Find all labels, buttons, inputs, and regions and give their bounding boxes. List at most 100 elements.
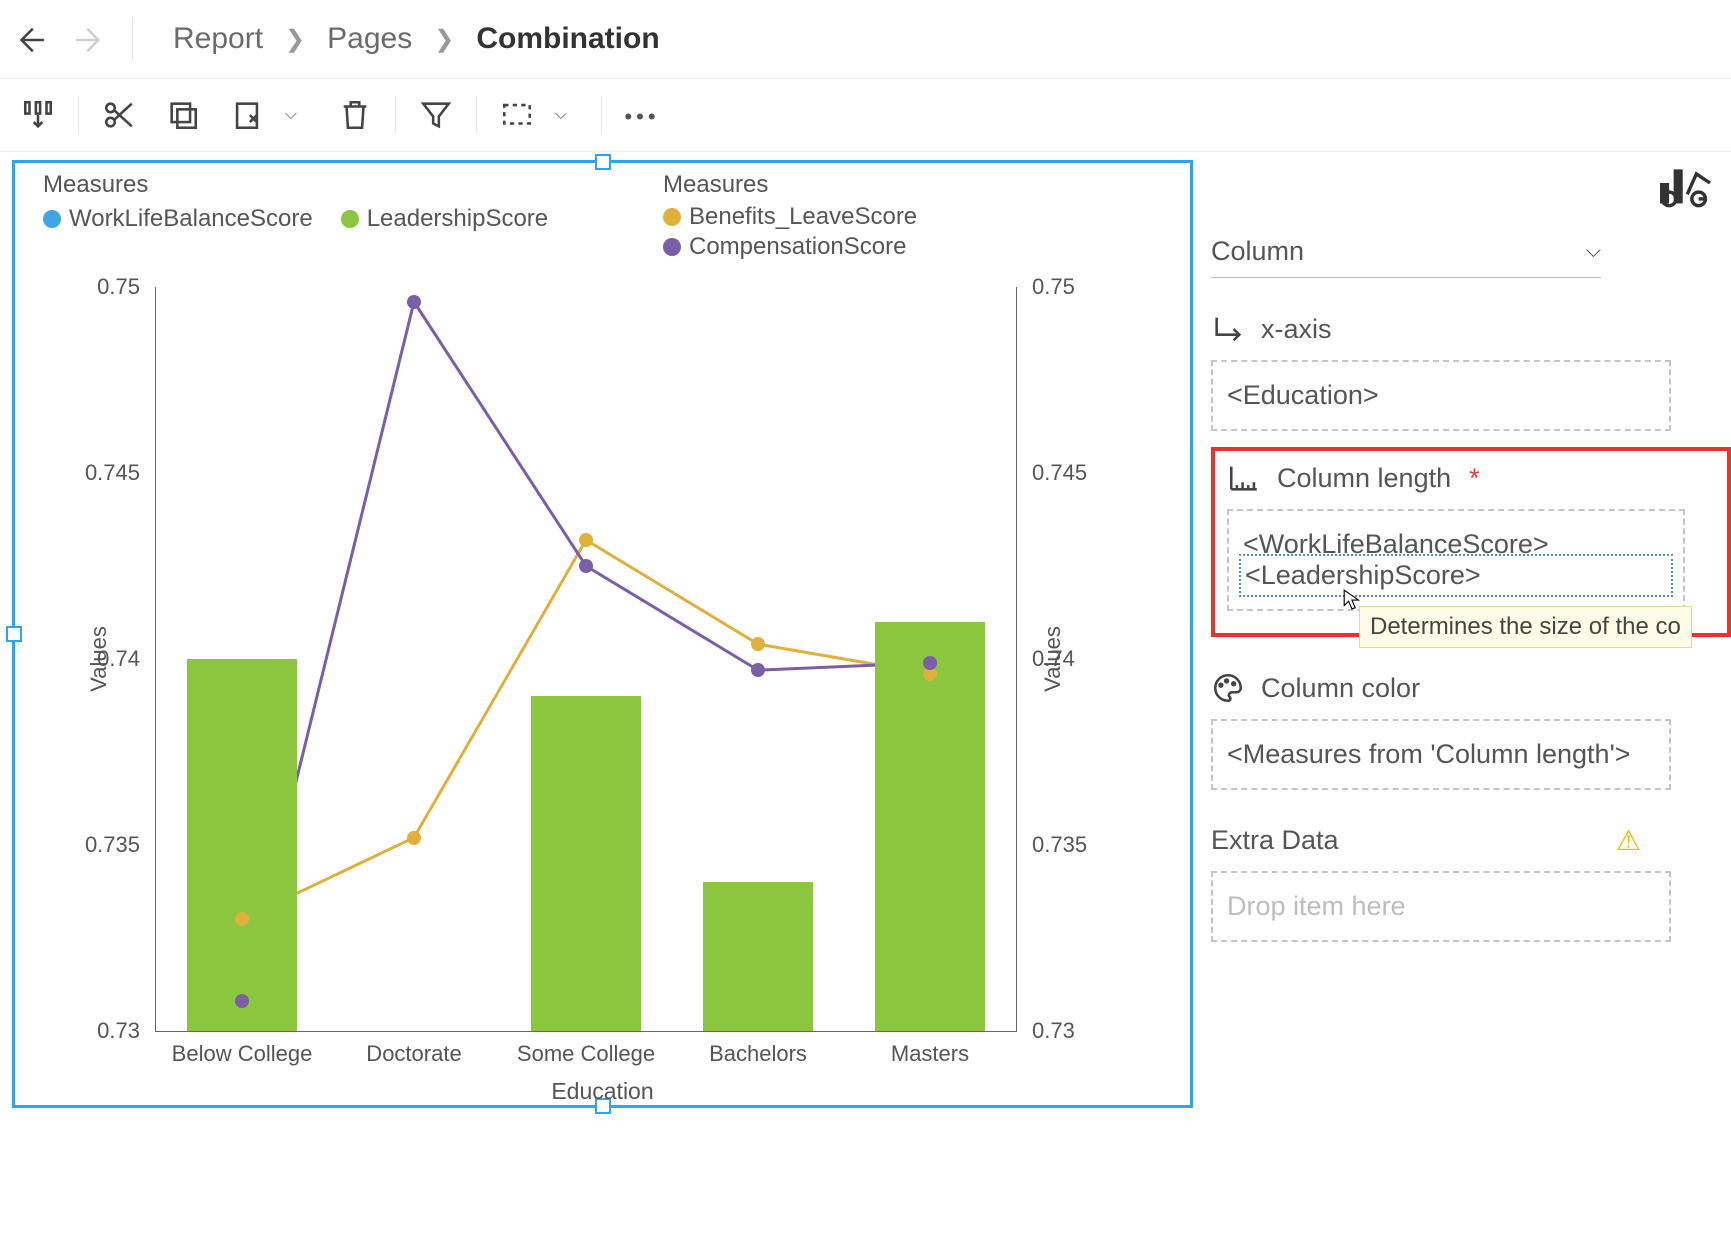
swatch-green-icon: [341, 210, 359, 228]
chart-type-icon[interactable]: [1657, 158, 1713, 208]
slot-column-length-dropzone[interactable]: <WorkLifeBalanceScore> <LeadershipScore>: [1227, 509, 1685, 611]
breadcrumb-item-report[interactable]: Report: [169, 22, 267, 56]
separator: [132, 17, 133, 61]
y-tick-right: 0.74: [1016, 646, 1075, 672]
chart-point[interactable]: [923, 656, 937, 670]
tool-cut-button[interactable]: [89, 98, 149, 133]
y-tick-left: 0.75: [97, 274, 156, 300]
ruler-icon: [1227, 461, 1261, 495]
slot-label-text: Extra Data: [1211, 825, 1339, 856]
x-tick: Below College: [172, 1031, 313, 1067]
separator: [78, 96, 79, 134]
chart-plot: Values Values 0.730.730.7350.7350.740.74…: [35, 287, 1170, 1105]
chart-bar[interactable]: [531, 696, 641, 1031]
slot-extra-data-dropzone[interactable]: Drop item here: [1211, 871, 1671, 942]
slot-label-column-color: Column color: [1211, 671, 1731, 705]
y-tick-left: 0.735: [85, 832, 156, 858]
y-tick-right: 0.73: [1016, 1018, 1075, 1044]
selection-icon: [500, 98, 534, 132]
paste-icon: [230, 98, 264, 132]
chevron-down-icon: ⌵: [1586, 240, 1601, 263]
xaxis-icon: [1211, 312, 1245, 346]
legend-item-worklife[interactable]: WorkLifeBalanceScore: [43, 205, 313, 233]
chart-point[interactable]: [235, 994, 249, 1008]
legend-label: CompensationScore: [689, 233, 906, 261]
resize-handle-top[interactable]: [595, 154, 611, 170]
resize-handle-left[interactable]: [6, 626, 22, 642]
trash-icon: [338, 98, 372, 132]
chart-point[interactable]: [751, 663, 765, 677]
breadcrumb: Report ❯ Pages ❯ Combination: [145, 22, 664, 56]
slot-label-column-length: Column length *: [1227, 461, 1715, 495]
x-tick: Masters: [891, 1031, 969, 1067]
legend-item-leadership[interactable]: LeadershipScore: [341, 205, 548, 233]
tool-insert-button[interactable]: [8, 98, 68, 133]
tool-paste-dropdown[interactable]: ⌵: [261, 106, 321, 124]
separator: [476, 96, 477, 134]
slot-xaxis-value: <Education>: [1227, 380, 1379, 410]
y-tick-left: 0.73: [97, 1018, 156, 1044]
chart-point[interactable]: [579, 559, 593, 573]
y-tick-right: 0.75: [1016, 274, 1075, 300]
y-tick-right: 0.735: [1016, 832, 1087, 858]
legend-item-benefits[interactable]: Benefits_LeaveScore: [663, 203, 917, 231]
chart-widget[interactable]: Measures WorkLifeBalanceScore Leadership…: [12, 160, 1193, 1108]
slot-column-length-group: Column length * <WorkLifeBalanceScore> <…: [1211, 447, 1731, 637]
tool-delete-button[interactable]: [325, 98, 385, 133]
chart-legend: Measures WorkLifeBalanceScore Leadership…: [15, 163, 1190, 263]
tool-more-button[interactable]: •••: [612, 99, 672, 131]
config-panel: Column ⌵ x-axis <Education> Column lengt…: [1193, 152, 1731, 1108]
chart-point[interactable]: [235, 912, 249, 926]
x-tick: Doctorate: [366, 1031, 461, 1067]
more-icon: •••: [624, 104, 659, 129]
insert-icon: [21, 98, 55, 132]
main-area: Measures WorkLifeBalanceScore Leadership…: [0, 152, 1731, 1108]
nav-forward-button[interactable]: [60, 21, 120, 56]
separator: [601, 96, 602, 134]
swatch-purple-icon: [663, 238, 681, 256]
plot-area: Values Values 0.730.730.7350.7350.740.74…: [155, 287, 1017, 1032]
swatch-blue-icon: [43, 210, 61, 228]
breadcrumb-item-pages[interactable]: Pages: [323, 22, 416, 56]
tool-filter-button[interactable]: [406, 98, 466, 133]
slot-label-text: Column color: [1261, 673, 1420, 704]
filter-icon: [419, 98, 453, 132]
legend-left-header: Measures: [43, 171, 603, 199]
legend-label: Benefits_LeaveScore: [689, 203, 917, 231]
legend-item-compensation[interactable]: CompensationScore: [663, 233, 917, 261]
scissors-icon: [102, 98, 136, 132]
slot-column-length-value-1[interactable]: <LeadershipScore>: [1239, 554, 1673, 597]
copy-icon: [166, 98, 200, 132]
tooltip-text: Determines the size of the co: [1370, 613, 1681, 640]
panel-type-selector[interactable]: Column ⌵: [1211, 236, 1601, 278]
legend-right-header: Measures: [663, 171, 917, 199]
arrow-left-icon: [13, 23, 47, 57]
slot-column-color-value: <Measures from 'Column length'>: [1227, 739, 1631, 769]
nav-back-button[interactable]: [0, 21, 60, 56]
chart-bar[interactable]: [875, 622, 985, 1031]
toolbar: ⌵ ⌵ •••: [0, 79, 1731, 152]
x-axis-label: Education: [35, 1078, 1170, 1105]
breadcrumb-item-current: Combination: [472, 22, 663, 56]
x-tick: Some College: [517, 1031, 655, 1067]
slot-column-length-value-1-text: <LeadershipScore>: [1245, 560, 1481, 590]
chart-point[interactable]: [407, 295, 421, 309]
x-tick: Bachelors: [709, 1031, 807, 1067]
chart-point[interactable]: [407, 831, 421, 845]
slot-label-extra-data: Extra Data ⚠: [1211, 824, 1641, 857]
chart-bar[interactable]: [187, 659, 297, 1031]
y-tick-right: 0.745: [1016, 460, 1087, 486]
chart-point[interactable]: [579, 533, 593, 547]
slot-label-text: x-axis: [1261, 314, 1332, 345]
legend-label: LeadershipScore: [367, 205, 548, 233]
tool-selection-dropdown[interactable]: ⌵: [531, 106, 591, 124]
chart-point[interactable]: [751, 637, 765, 651]
tool-copy-button[interactable]: [153, 98, 213, 133]
swatch-yellow-icon: [663, 208, 681, 226]
breadcrumb-bar: Report ❯ Pages ❯ Combination: [0, 0, 1731, 79]
chart-bar[interactable]: [703, 882, 813, 1031]
slot-xaxis-dropzone[interactable]: <Education>: [1211, 360, 1671, 431]
slot-extra-data-placeholder: Drop item here: [1227, 891, 1406, 921]
required-indicator: *: [1469, 463, 1480, 494]
slot-column-color-dropzone[interactable]: <Measures from 'Column length'>: [1211, 719, 1671, 790]
